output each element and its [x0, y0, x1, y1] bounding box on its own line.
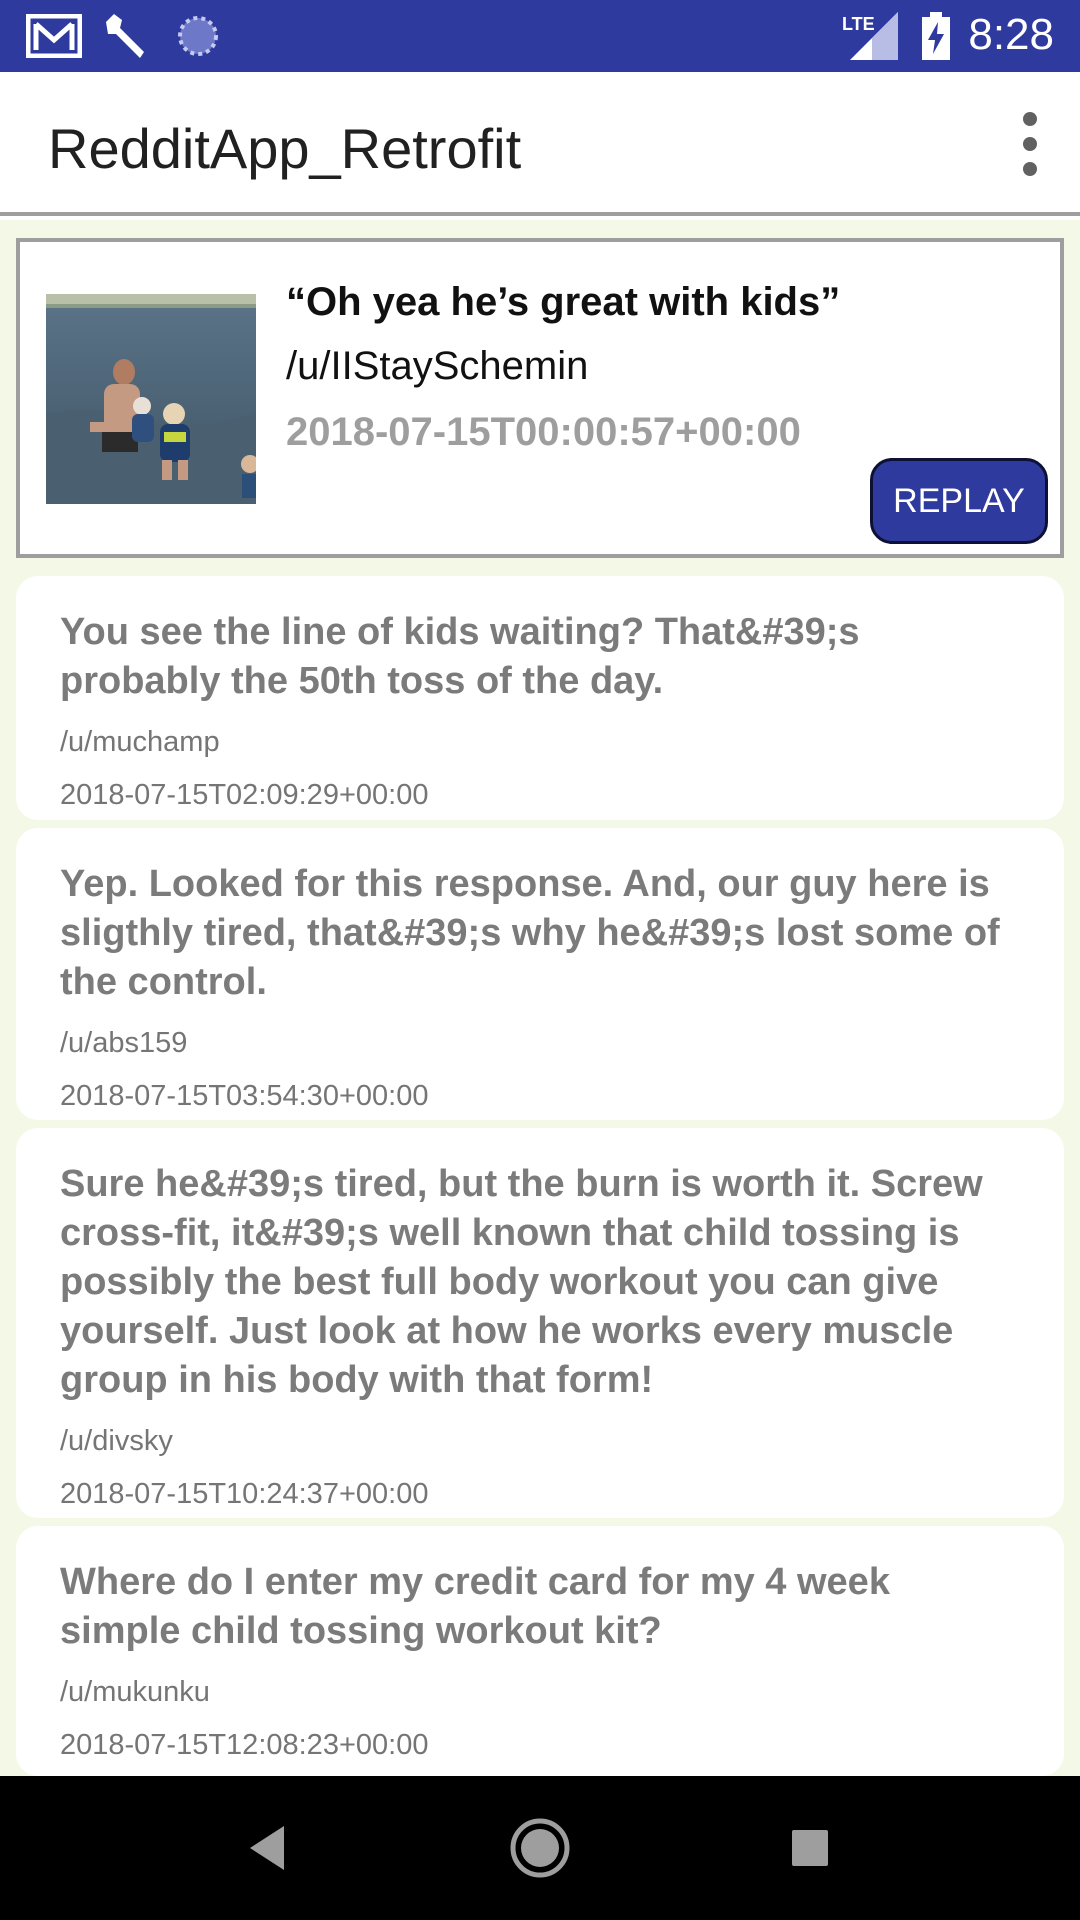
battery-charging-icon	[922, 12, 950, 60]
post-thumbnail[interactable]	[46, 294, 256, 504]
comment-author[interactable]: /u/muchamp	[60, 726, 1020, 759]
comment-date: 2018-07-15T02:09:29+00:00	[60, 779, 429, 811]
post-date: 2018-07-15T00:00:57+00:00	[286, 410, 801, 454]
status-time: 8:28	[968, 10, 1054, 59]
comment-list[interactable]: “Oh yea he’s great with kids” /u/IIStayS…	[0, 220, 1080, 1776]
comment-body: Where do I enter my credit card for my 4…	[60, 1561, 890, 1652]
svg-text:LTE: LTE	[842, 14, 875, 34]
list-item[interactable]: Where do I enter my credit card for my 4…	[16, 1526, 1064, 1776]
recents-icon[interactable]	[788, 1826, 832, 1870]
more-vert-icon[interactable]	[1010, 112, 1050, 176]
app-title: RedditApp_Retrofit	[48, 117, 522, 180]
comment-author[interactable]: /u/divsky	[60, 1425, 1020, 1458]
comment-body: Yep. Looked for this response. And, our …	[60, 863, 1000, 1003]
list-item[interactable]: Sure he&#39;s tired, but the burn is wor…	[16, 1128, 1064, 1518]
sync-icon	[178, 16, 218, 56]
comment-body: You see the line of kids waiting? That&#…	[60, 611, 860, 702]
comment-body: Sure he&#39;s tired, but the burn is wor…	[60, 1163, 983, 1401]
list-item[interactable]: Yep. Looked for this response. And, our …	[16, 828, 1064, 1120]
list-item[interactable]: You see the line of kids waiting? That&#…	[16, 576, 1064, 820]
home-icon[interactable]	[508, 1816, 572, 1880]
post-author[interactable]: /u/IIStaySchemin	[286, 344, 588, 389]
gmail-icon	[26, 14, 82, 58]
replay-button[interactable]: REPLAY	[870, 458, 1048, 544]
comment-date: 2018-07-15T03:54:30+00:00	[60, 1080, 429, 1112]
status-bar: LTE 8:28	[0, 0, 1080, 72]
comment-author[interactable]: /u/mukunku	[60, 1676, 1020, 1709]
back-icon[interactable]	[244, 1822, 292, 1874]
navigation-bar	[0, 1776, 1080, 1920]
app-bar: RedditApp_Retrofit	[0, 72, 1080, 216]
wrench-icon	[106, 14, 144, 58]
post-card[interactable]: “Oh yea he’s great with kids” /u/IIStayS…	[16, 238, 1064, 558]
comment-author[interactable]: /u/abs159	[60, 1027, 1020, 1060]
post-title: “Oh yea he’s great with kids”	[286, 280, 841, 324]
comment-date: 2018-07-15T10:24:37+00:00	[60, 1478, 429, 1510]
lte-signal-icon: LTE	[842, 12, 898, 60]
comment-date: 2018-07-15T12:08:23+00:00	[60, 1729, 429, 1761]
